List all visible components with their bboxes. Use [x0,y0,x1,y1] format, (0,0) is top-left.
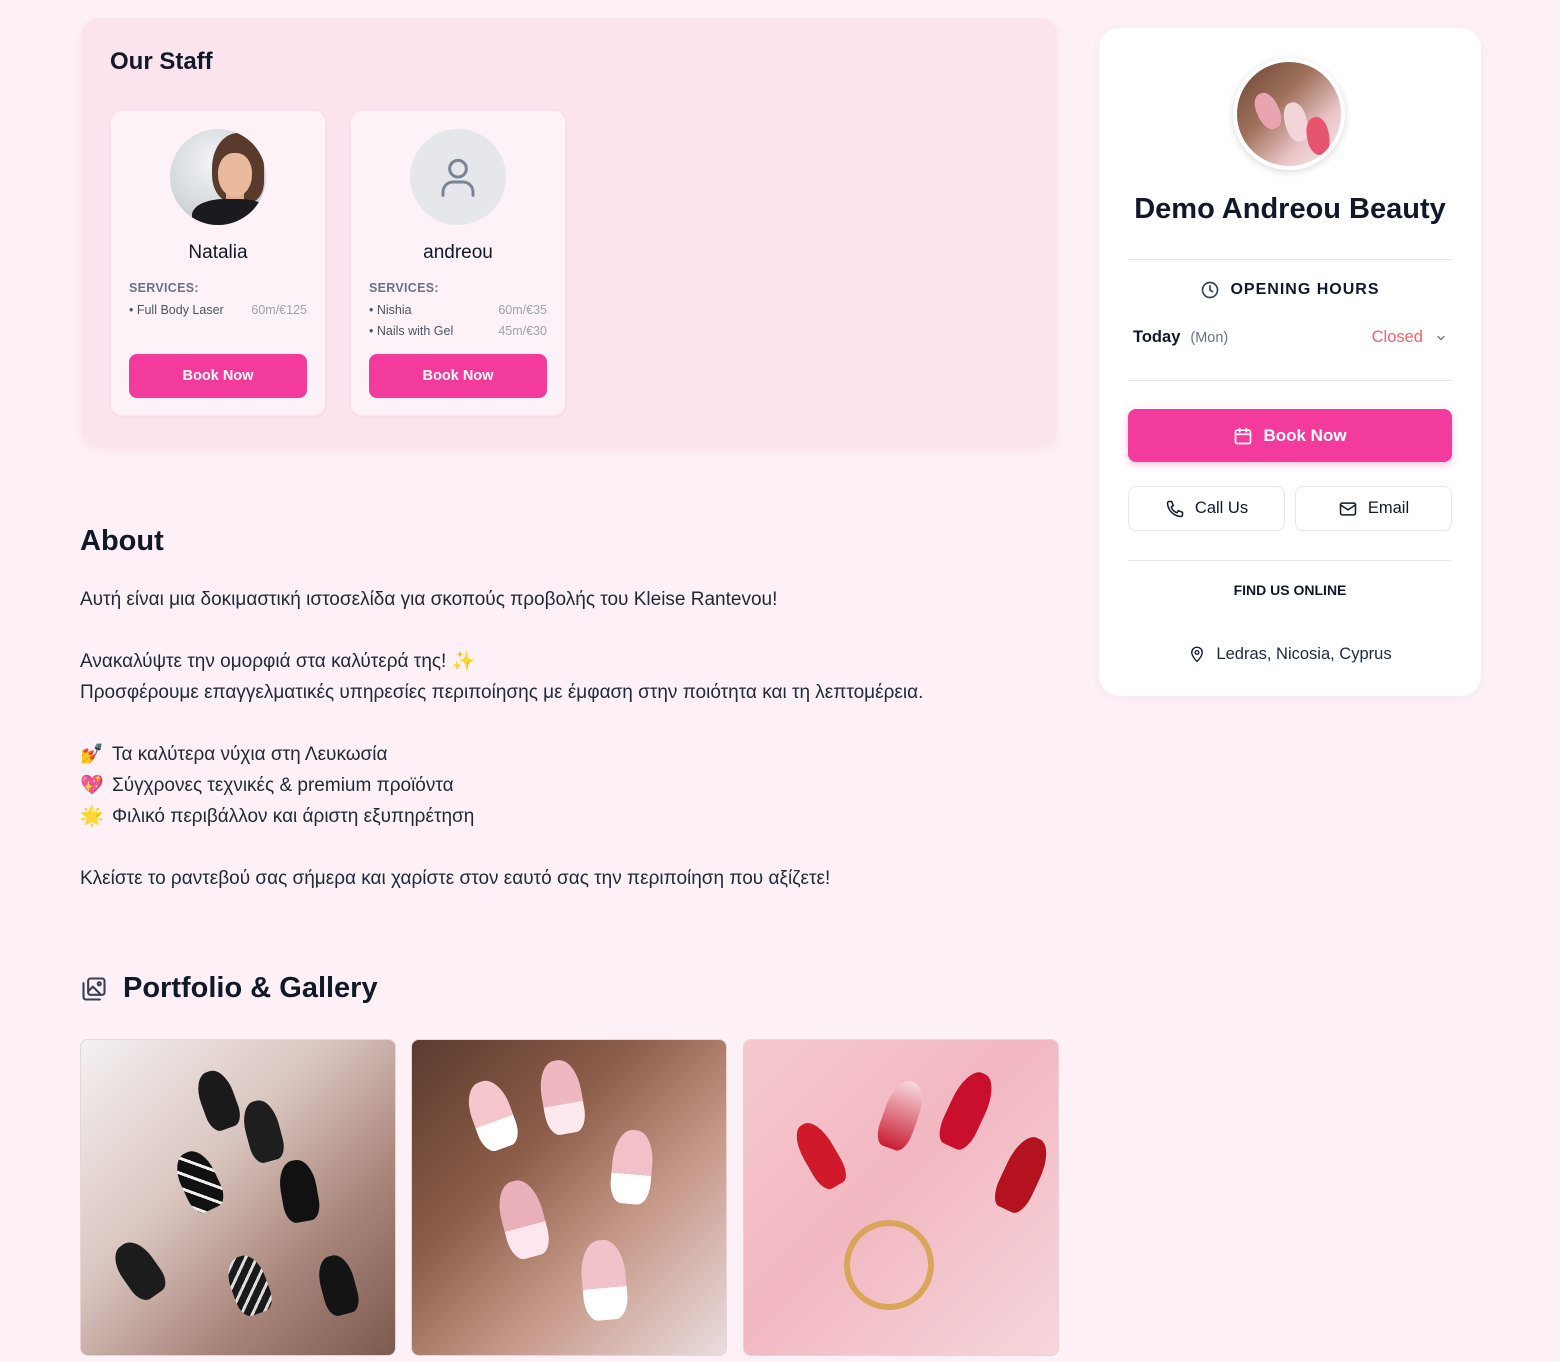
staff-avatar [410,129,506,225]
email-button[interactable]: Email [1295,486,1452,531]
staff-avatar [170,129,266,225]
staff-title: Our Staff [110,48,213,75]
nail-polish-icon: 💅 [80,744,104,765]
calendar-icon [1235,427,1252,444]
service-item: • Full Body Laser 60m/€125 [129,303,307,317]
service-item: • Nishia 60m/€35 [369,303,547,317]
portfolio-header: Portfolio & Gallery [80,972,378,1005]
location[interactable]: Ledras, Nicosia, Cyprus [1099,644,1481,664]
gallery-image-pink-french-nails[interactable] [411,1039,727,1356]
phone-icon [1166,500,1184,517]
staff-name: andreou [423,242,493,263]
staff-name: Natalia [188,242,248,263]
about-closing: Κλείστε το ραντεβού σας σήμερα και χαρίσ… [80,868,831,889]
call-us-button[interactable]: Call Us [1128,486,1285,531]
book-now-button[interactable]: Book Now [369,354,547,398]
about-bullet: 🌟 Φιλικό περιβάλλον και άριστη εξυπηρέτησ… [80,801,1060,832]
user-icon [441,158,475,197]
clock-icon [1202,281,1219,299]
today-hours-row[interactable]: Today (Mon) Closed [1133,328,1447,347]
about-line: Ανακαλύψτε την ομορφιά στα καλύτερά της!… [80,651,476,672]
map-pin-icon [1191,646,1204,663]
about-intro: Αυτή είναι μια δοκιμαστική ιστοσελίδα γι… [80,589,778,610]
services-label: SERVICES: [369,281,439,295]
chevron-down-icon[interactable] [1435,332,1447,344]
services-label: SERVICES: [129,281,199,295]
opening-hours-label: OPENING HOURS [1230,281,1380,298]
gallery-image-red-glitter-nails[interactable] [743,1039,1059,1356]
business-info-card: Demo Andreou Beauty OPENING HOURS Today … [1099,28,1481,696]
about-title: About [80,525,164,557]
service-name: • Full Body Laser [129,303,224,317]
gallery-icon [82,976,106,1001]
business-name: Demo Andreou Beauty [1134,193,1446,225]
staff-card-natalia: Natalia SERVICES: • Full Body Laser 60m/… [110,110,326,416]
gallery-image-black-white-nails[interactable] [80,1039,396,1356]
today-label: Today [1133,328,1181,346]
divider [1128,259,1451,260]
service-meta: 60m/€125 [251,303,307,317]
today-day: (Mon) [1190,329,1229,346]
today-status: Closed [1371,328,1423,346]
service-name: • Nishia [369,303,412,317]
staff-section: Our Staff Natalia SERVICES: • Full Body … [82,18,1057,446]
about-text: Αυτή είναι μια δοκιμαστική ιστοσελίδα γι… [80,584,1060,894]
location-text: Ledras, Nicosia, Cyprus [1216,644,1392,663]
book-now-button[interactable]: Book Now [129,354,307,398]
service-meta: 60m/€35 [498,303,547,317]
divider [1128,560,1451,561]
service-name: • Nails with Gel [369,324,454,338]
portfolio-title: Portfolio & Gallery [123,972,378,1004]
about-bullet: 💅 Τα καλύτερα νύχια στη Λευκωσία [80,739,1060,770]
business-logo [1233,58,1345,170]
service-item: • Nails with Gel 45m/€30 [369,324,547,338]
service-meta: 45m/€30 [498,324,547,338]
find-us-online-label: FIND US ONLINE [1233,582,1347,598]
divider [1128,380,1451,381]
about-bullet: 💖 Σύγχρονες τεχνικές & premium προϊόντα [80,770,1060,801]
about-line: Προσφέρουμε επαγγελματικές υπηρεσίες περ… [80,682,924,703]
heart-icon: 💖 [80,775,104,796]
mail-icon [1339,501,1357,516]
book-now-button[interactable]: Book Now [1128,409,1452,462]
staff-card-andreou: andreou SERVICES: • Nishia 60m/€35 • Nai… [350,110,566,416]
opening-hours-header: OPENING HOURS [1099,280,1481,300]
star-icon: 🌟 [80,806,104,827]
